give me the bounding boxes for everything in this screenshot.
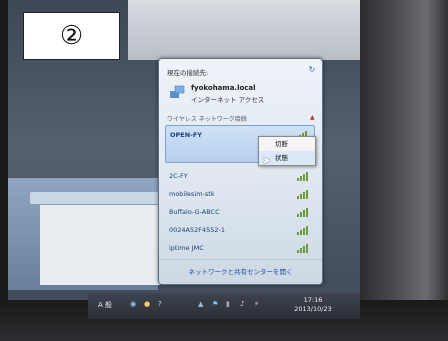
background-document [128,0,360,60]
monitor-bezel [360,0,448,341]
collapse-arrow-icon[interactable]: ▲ [310,114,315,121]
network-flyout: 現在の接続先: ↻ fyokohama.local インターネット アクセス ワ… [158,58,323,285]
refresh-icon[interactable]: ↻ [307,65,317,75]
power-icon[interactable]: ⚡ [254,300,259,308]
background-window-panel [40,205,160,285]
flag-icon[interactable]: ⚑ [212,300,218,308]
connection-type: インターネット アクセス [191,96,265,104]
signal-strength-icon [297,225,309,235]
current-connection-header: 現在の接続先: [167,69,209,77]
signal-strength-icon [297,189,309,199]
wireless-section-title: ワイヤレス ネットワーク接続 [167,116,247,123]
network-item[interactable]: 2C-FY [165,167,315,185]
open-network-center-link[interactable]: ネットワークと共有センターを開く [159,259,322,284]
network-name: 2C-FY [169,172,188,180]
connection-name: fyokohama.local [191,84,256,92]
signal-strength-icon [297,207,309,217]
network-name: mobilesim-stk [169,190,215,198]
ime-indicator[interactable]: A 般 [98,300,112,310]
help-icon[interactable]: ? [158,300,162,308]
network-name: 0024A52F4552-1 [169,226,226,234]
network-item[interactable]: 0024A52F4552-1 [165,221,315,239]
taskbar-clock[interactable]: 17:16 2013/10/23 [286,296,340,314]
tray-app-icon[interactable]: ◉ [130,300,136,308]
background-address-bar [30,192,170,204]
step-label: ② [59,21,84,51]
clock-date: 2013/10/23 [294,305,332,313]
network-item[interactable]: mobilesim-stk [165,185,315,203]
network-item[interactable]: iptime JMC [165,239,315,257]
signal-strength-icon [297,243,309,253]
mouse-cursor-icon: ➤ [262,154,272,167]
tray-app-icon-2[interactable]: ● [144,300,150,308]
step-label-box: ② [23,12,120,60]
volume-icon[interactable]: ♪ [240,300,244,308]
network-name: Buffalo-G-ABCC [169,208,220,216]
network-name: OPEN-FY [170,131,203,139]
clock-time: 17:16 [303,296,323,304]
show-hidden-icons[interactable]: ▲ [198,300,203,308]
network-item[interactable]: Buffalo-G-ABCC [165,203,315,221]
signal-strength-icon [297,171,309,181]
network-tray-icon[interactable]: ▮ [226,300,230,308]
network-name: iptime JMC [169,244,204,252]
network-connection-icon [170,85,185,98]
context-menu-disconnect[interactable]: 切断 [259,137,315,151]
